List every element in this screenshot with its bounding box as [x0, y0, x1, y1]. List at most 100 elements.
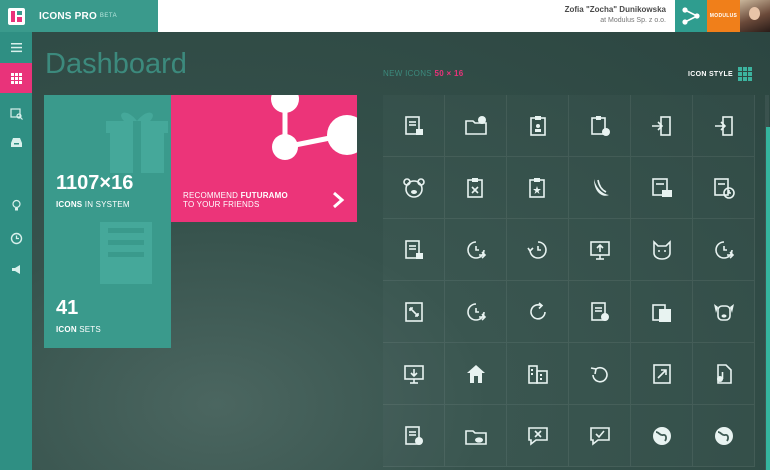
- icon-grid-cell[interactable]: [383, 219, 445, 281]
- app-logo-icon: [8, 7, 25, 25]
- share-icon: [682, 7, 700, 25]
- icon-grid-cell[interactable]: [507, 281, 569, 343]
- folder-cloud-icon: [464, 429, 487, 445]
- icon-grid-cell[interactable]: [569, 405, 631, 467]
- icon-grid-cell[interactable]: [631, 343, 693, 405]
- sidebar-item-menu[interactable]: [0, 35, 32, 59]
- clock-icon: [10, 232, 22, 244]
- icon-grid-cell[interactable]: [693, 405, 755, 467]
- megaphone-icon: [11, 264, 20, 274]
- icon-grid-cell[interactable]: [383, 405, 445, 467]
- sidebar-item-history[interactable]: [0, 226, 32, 250]
- icon-grid-cell[interactable]: [383, 157, 445, 219]
- icon-grid-cell[interactable]: [507, 95, 569, 157]
- icon-grid-cell[interactable]: [383, 95, 445, 157]
- org-label: MODULUS: [709, 13, 738, 19]
- monitor-download-icon: [403, 364, 424, 384]
- gift-icon: [106, 112, 168, 173]
- icon-grid-cell[interactable]: [445, 281, 507, 343]
- document-clock-icon: [713, 177, 735, 199]
- icon-grid-cell[interactable]: [631, 95, 693, 157]
- icon-grid-cell[interactable]: [569, 219, 631, 281]
- scrollbar-thumb[interactable]: [766, 127, 770, 470]
- chat-remove-icon: [527, 426, 548, 446]
- lightbulb-icon: [11, 199, 21, 210]
- top-bar: ICONS PRO BETA Zofia "Zocha" Dunikowska …: [0, 0, 770, 32]
- icon-grid-cell[interactable]: [693, 343, 755, 405]
- icon-grid-cell[interactable]: [445, 343, 507, 405]
- page-title: Dashboard: [45, 48, 187, 80]
- icon-grid-cell[interactable]: [383, 281, 445, 343]
- image-search-icon: [9, 107, 23, 120]
- clipboard-person-icon: [529, 115, 546, 136]
- document-alert-icon: [404, 425, 423, 445]
- user-info[interactable]: Zofia "Zocha" Dunikowska at Modulus Sp. …: [565, 5, 666, 24]
- icon-style-toggle-icon[interactable]: [738, 67, 752, 81]
- document-lock-icon: [404, 239, 423, 259]
- org-logo[interactable]: MODULUS: [707, 0, 740, 32]
- brand-name: ICONS PRO: [39, 10, 97, 22]
- new-icons-counter: NEW ICONS 50 × 16: [383, 69, 463, 78]
- icon-grid-cell[interactable]: [693, 219, 755, 281]
- icon-grid-cell[interactable]: [569, 157, 631, 219]
- monitor-upload-icon: [589, 240, 610, 260]
- bear-icon: [402, 177, 425, 198]
- icon-style-label: ICON STYLE: [688, 71, 734, 78]
- icon-grid-cell[interactable]: [693, 95, 755, 157]
- icon-sets-count: 41: [56, 297, 79, 319]
- icon-grid-cell[interactable]: [507, 157, 569, 219]
- icon-grid-cell[interactable]: [569, 95, 631, 157]
- sidebar-item-announce[interactable]: [0, 257, 32, 281]
- icon-grid-cell[interactable]: [507, 343, 569, 405]
- document-lock-icon: [404, 115, 423, 135]
- sidebar-item-inbox[interactable]: [0, 130, 32, 154]
- icon-sets-tile[interactable]: 41 ICON SETS: [44, 222, 171, 348]
- icon-grid-cell[interactable]: [507, 219, 569, 281]
- document-alert-icon: [590, 301, 609, 321]
- icon-grid-cell[interactable]: [631, 405, 693, 467]
- file-audio-icon: [716, 363, 732, 384]
- icon-grid-cell[interactable]: [631, 219, 693, 281]
- icon-grid-cell[interactable]: [631, 281, 693, 343]
- globe-icon: [652, 426, 671, 445]
- sidebar-item-ideas[interactable]: [0, 193, 32, 217]
- icon-grid-cell[interactable]: [445, 405, 507, 467]
- cat-icon: [652, 239, 671, 260]
- refresh-icon: [529, 301, 546, 320]
- brand[interactable]: ICONS PRO BETA: [0, 0, 158, 32]
- icon-grid-cell[interactable]: [569, 343, 631, 405]
- share-button[interactable]: [675, 0, 707, 32]
- recommend-tile[interactable]: RECOMMEND FUTURAMO TO YOUR FRIENDS: [171, 95, 357, 222]
- sidebar-item-icons[interactable]: [0, 101, 32, 125]
- hamburger-icon: [10, 42, 22, 52]
- clock-forward-icon: [466, 302, 486, 321]
- icon-grid-cell[interactable]: [693, 157, 755, 219]
- share-icon: [271, 95, 357, 160]
- icons-in-system-tile[interactable]: 1107×16 ICONS IN SYSTEM: [44, 95, 171, 222]
- icon-grid-cell[interactable]: [631, 157, 693, 219]
- resize-icon: [404, 301, 423, 322]
- clock-forward-icon: [466, 240, 486, 259]
- icon-sets-caption: ICON SETS: [56, 325, 101, 334]
- home-icon: [466, 364, 485, 383]
- icon-grid-cell[interactable]: [445, 95, 507, 157]
- door-exit-icon: [714, 115, 733, 136]
- dog-icon: [713, 303, 734, 321]
- buildings-icon: [527, 364, 548, 384]
- icon-grid-cell[interactable]: [445, 157, 507, 219]
- new-icons-label: NEW ICONS: [383, 69, 432, 78]
- clipboard-remove-icon: [466, 177, 483, 198]
- icon-grid-cell[interactable]: [693, 281, 755, 343]
- avatar[interactable]: [740, 0, 770, 32]
- sidebar-item-dashboard[interactable]: [0, 63, 32, 93]
- icon-grid-cell[interactable]: [445, 219, 507, 281]
- sidebar: [0, 32, 32, 470]
- globe-icon: [714, 426, 733, 445]
- folder-alert-icon: [464, 115, 487, 135]
- brand-tag: BETA: [99, 13, 118, 19]
- icon-grid-cell[interactable]: [569, 281, 631, 343]
- undo-icon: [590, 366, 608, 383]
- banana-icon: [593, 178, 609, 196]
- icon-grid-cell[interactable]: [383, 343, 445, 405]
- icon-grid-cell[interactable]: [507, 405, 569, 467]
